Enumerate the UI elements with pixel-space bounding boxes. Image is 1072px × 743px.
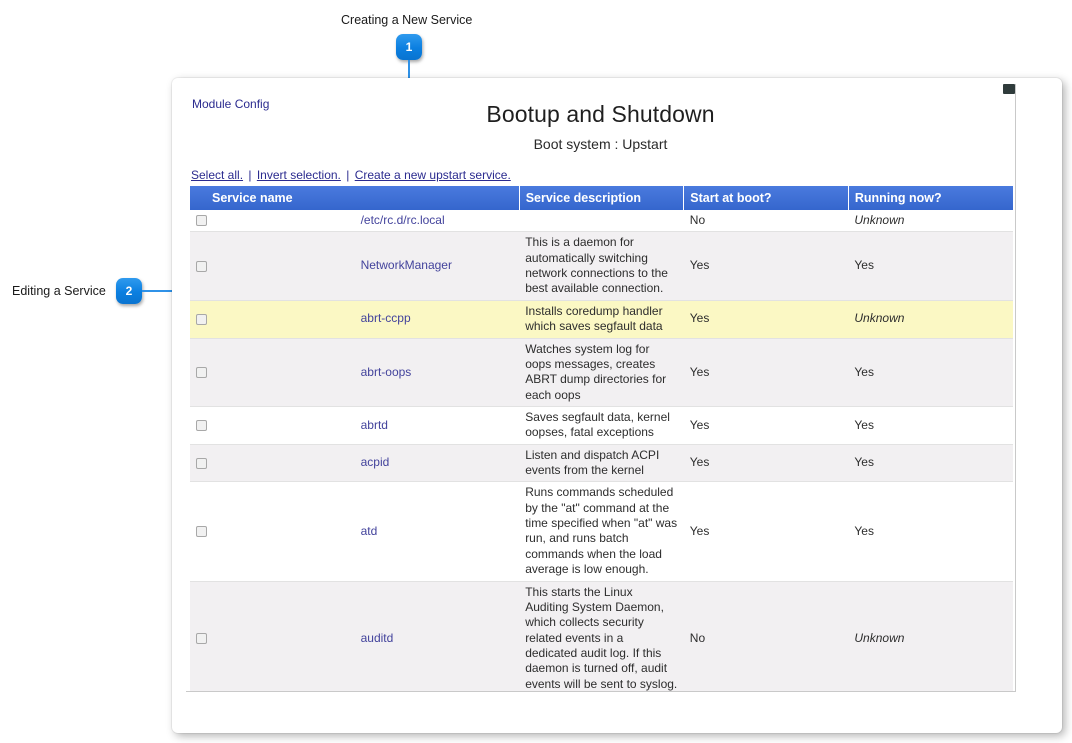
service-checkbox[interactable] bbox=[196, 314, 207, 325]
scrollbar-thumb[interactable] bbox=[1003, 84, 1015, 94]
table-row[interactable]: NetworkManager This is a daemon for autom… bbox=[190, 232, 1013, 300]
start-at-boot-value: Yes bbox=[684, 338, 849, 406]
service-name-link[interactable]: atd bbox=[361, 524, 378, 538]
service-name-link[interactable]: NetworkManager bbox=[361, 258, 452, 272]
start-at-boot-value: Yes bbox=[684, 482, 849, 581]
callout-badge-2: 2 bbox=[116, 278, 142, 304]
column-header-service-name[interactable]: Service name bbox=[190, 186, 519, 210]
row-checkbox-cell bbox=[190, 300, 355, 338]
page-subtitle: Boot system : Upstart bbox=[186, 136, 1015, 152]
start-at-boot-value: No bbox=[684, 210, 849, 232]
row-checkbox-cell bbox=[190, 444, 355, 482]
column-header-running-now[interactable]: Running now? bbox=[848, 186, 1013, 210]
webmin-content-panel: Module Config Bootup and Shutdown Boot s… bbox=[186, 84, 1016, 692]
service-name-link[interactable]: abrtd bbox=[361, 418, 388, 432]
service-name-cell: auditd bbox=[355, 581, 520, 692]
row-checkbox-cell bbox=[190, 210, 355, 232]
callout-label-2: Editing a Service bbox=[12, 284, 106, 298]
row-checkbox-cell bbox=[190, 482, 355, 581]
running-now-value: Yes bbox=[848, 232, 1013, 300]
service-checkbox[interactable] bbox=[196, 526, 207, 537]
table-row[interactable]: atd Runs commands scheduled by the "at" c… bbox=[190, 482, 1013, 581]
service-description-cell bbox=[519, 210, 684, 232]
callout-label-1: Creating a New Service bbox=[341, 13, 472, 27]
column-header-service-description[interactable]: Service description bbox=[519, 186, 684, 210]
row-checkbox-cell bbox=[190, 232, 355, 300]
start-at-boot-value: Yes bbox=[684, 232, 849, 300]
service-checkbox[interactable] bbox=[196, 458, 207, 469]
running-now-value: Unknown bbox=[848, 210, 1013, 232]
service-description-cell: Watches system log for oops messages, cr… bbox=[519, 338, 684, 406]
service-name-cell: /etc/rc.d/rc.local bbox=[355, 210, 520, 232]
table-header: Service name Service description Start a… bbox=[190, 186, 1013, 210]
services-table: Service name Service description Start a… bbox=[190, 186, 1013, 692]
table-header-row: Service name Service description Start a… bbox=[190, 186, 1013, 210]
table-row[interactable]: auditd This starts the Linux Auditing Sys… bbox=[190, 581, 1013, 692]
select-all-link[interactable]: Select all. bbox=[191, 168, 243, 182]
service-description-cell: Listen and dispatch ACPI events from the… bbox=[519, 444, 684, 482]
row-checkbox-cell bbox=[190, 581, 355, 692]
table-body: /etc/rc.d/rc.localNoUnknownNetworkManage… bbox=[190, 210, 1013, 692]
page-title: Bootup and Shutdown bbox=[186, 84, 1015, 128]
service-description-cell: Saves segfault data, kernel oopses, fata… bbox=[519, 406, 684, 444]
action-links-bar: Select all. | Invert selection. | Create… bbox=[191, 168, 1015, 182]
service-name-cell: abrt-ccpp bbox=[355, 300, 520, 338]
service-name-link[interactable]: auditd bbox=[361, 631, 394, 645]
service-name-cell: acpid bbox=[355, 444, 520, 482]
service-description-cell: Runs commands scheduled by the "at" comm… bbox=[519, 482, 684, 581]
running-now-value: Yes bbox=[848, 406, 1013, 444]
service-name-link[interactable]: abrt-ccpp bbox=[361, 311, 411, 325]
service-name-link[interactable]: acpid bbox=[361, 455, 390, 469]
action-separator-1: | bbox=[246, 168, 253, 182]
table-row[interactable]: abrt-oops Watches system log for oops mes… bbox=[190, 338, 1013, 406]
start-at-boot-value: Yes bbox=[684, 406, 849, 444]
service-name-cell: abrtd bbox=[355, 406, 520, 444]
service-description-cell: This starts the Linux Auditing System Da… bbox=[519, 581, 684, 692]
create-new-upstart-service-link[interactable]: Create a new upstart service. bbox=[355, 168, 511, 182]
service-name-link[interactable]: abrt-oops bbox=[361, 365, 412, 379]
table-row[interactable]: acpid Listen and dispatch ACPI events fro… bbox=[190, 444, 1013, 482]
table-row[interactable]: /etc/rc.d/rc.local NoUnknown bbox=[190, 210, 1013, 232]
action-separator-2: | bbox=[344, 168, 351, 182]
service-checkbox[interactable] bbox=[196, 633, 207, 644]
service-description-cell: This is a daemon for automatically switc… bbox=[519, 232, 684, 300]
callout-badge-1: 1 bbox=[396, 34, 422, 60]
column-header-start-at-boot[interactable]: Start at boot? bbox=[684, 186, 849, 210]
running-now-value: Unknown bbox=[848, 581, 1013, 692]
running-now-value: Yes bbox=[848, 338, 1013, 406]
service-name-cell: NetworkManager bbox=[355, 232, 520, 300]
running-now-value: Yes bbox=[848, 444, 1013, 482]
start-at-boot-value: Yes bbox=[684, 444, 849, 482]
table-row[interactable]: abrt-ccpp Installs coredump handler which… bbox=[190, 300, 1013, 338]
service-checkbox[interactable] bbox=[196, 367, 207, 378]
row-checkbox-cell bbox=[190, 406, 355, 444]
module-config-link[interactable]: Module Config bbox=[192, 97, 269, 111]
service-name-cell: abrt-oops bbox=[355, 338, 520, 406]
table-row[interactable]: abrtd Saves segfault data, kernel oopses,… bbox=[190, 406, 1013, 444]
start-at-boot-value: No bbox=[684, 581, 849, 692]
running-now-value: Unknown bbox=[848, 300, 1013, 338]
service-checkbox[interactable] bbox=[196, 261, 207, 272]
service-description-cell: Installs coredump handler which saves se… bbox=[519, 300, 684, 338]
running-now-value: Yes bbox=[848, 482, 1013, 581]
service-checkbox[interactable] bbox=[196, 420, 207, 431]
service-name-cell: atd bbox=[355, 482, 520, 581]
service-checkbox[interactable] bbox=[196, 215, 207, 226]
service-name-link[interactable]: /etc/rc.d/rc.local bbox=[361, 213, 445, 227]
row-checkbox-cell bbox=[190, 338, 355, 406]
start-at-boot-value: Yes bbox=[684, 300, 849, 338]
invert-selection-link[interactable]: Invert selection. bbox=[257, 168, 341, 182]
